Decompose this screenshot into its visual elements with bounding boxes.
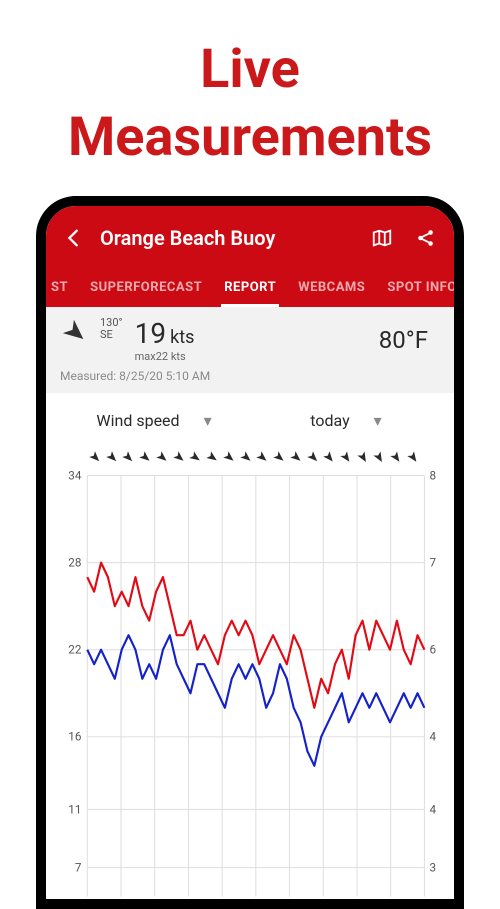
wind-dir-arrow-icon bbox=[155, 450, 169, 464]
svg-text:4: 4 bbox=[430, 802, 437, 816]
wind-direction-arrow-icon bbox=[60, 317, 90, 347]
svg-text:3: 3 bbox=[430, 860, 437, 874]
tab-webcams[interactable]: WEBCAMS bbox=[287, 270, 376, 307]
wind-dir-arrow-icon bbox=[188, 450, 202, 464]
svg-text:6: 6 bbox=[430, 643, 437, 657]
metric-label: Wind speed bbox=[96, 411, 179, 430]
temperature: 80°F bbox=[379, 326, 428, 354]
range-selector[interactable]: today ▾ bbox=[250, 403, 442, 438]
svg-text:28: 28 bbox=[68, 556, 81, 570]
selector-row: Wind speed ▾ today ▾ bbox=[46, 393, 454, 446]
tab-spot-info[interactable]: SPOT INFO bbox=[376, 270, 454, 307]
back-button[interactable] bbox=[56, 220, 92, 256]
svg-text:16: 16 bbox=[68, 730, 82, 744]
wind-dir-arrow-icon bbox=[322, 450, 336, 464]
wind-dir-arrow-icon bbox=[356, 450, 370, 464]
wind-dir-arrow-icon bbox=[88, 450, 102, 464]
promo-title: Live Measurements bbox=[0, 0, 500, 191]
wind-dir-arrow-icon bbox=[105, 450, 119, 464]
wind-dir-arrow-icon bbox=[172, 450, 186, 464]
svg-text:7: 7 bbox=[75, 860, 82, 874]
wind-dir-arrow-icon bbox=[205, 450, 219, 464]
tab-report[interactable]: REPORT bbox=[213, 270, 287, 307]
wind-dir-arrow-icon bbox=[138, 450, 152, 464]
range-label: today bbox=[310, 411, 349, 430]
wind-dir-arrow-icon bbox=[222, 450, 236, 464]
direction-label: SE bbox=[100, 329, 123, 341]
svg-text:11: 11 bbox=[68, 802, 81, 816]
phone-frame: Orange Beach Buoy STSUPERFORECASTREPORTW… bbox=[36, 196, 464, 909]
wind-dir-arrow-icon bbox=[372, 450, 386, 464]
promo-line1: Live bbox=[200, 38, 300, 101]
tab-st[interactable]: ST bbox=[46, 270, 79, 307]
direction-meta: 130° SE bbox=[100, 317, 123, 341]
wind-dir-arrow-icon bbox=[389, 450, 403, 464]
promo-line2: Measurements bbox=[68, 106, 432, 169]
wind-dir-arrow-icon bbox=[121, 450, 135, 464]
chart: 34 28 22 16 11 7 8 7 6 4 4 3 bbox=[46, 446, 454, 906]
wind-dir-arrow-icon bbox=[239, 450, 253, 464]
chevron-down-icon: ▾ bbox=[374, 411, 382, 430]
page-title: Orange Beach Buoy bbox=[100, 226, 356, 250]
metric-selector[interactable]: Wind speed ▾ bbox=[58, 403, 250, 438]
tabs: STSUPERFORECASTREPORTWEBCAMSSPOT INFO bbox=[46, 270, 454, 307]
wind-max: max22 kts bbox=[135, 350, 195, 363]
wind-dir-arrow-icon bbox=[255, 450, 269, 464]
share-icon[interactable] bbox=[408, 220, 444, 256]
wind-value: 19 bbox=[135, 317, 166, 350]
app-header: Orange Beach Buoy bbox=[46, 206, 454, 270]
wind-dir-arrow-icon bbox=[289, 450, 303, 464]
measured-line: Measured: 8/25/20 5:10 AM bbox=[46, 369, 454, 393]
svg-text:7: 7 bbox=[430, 556, 437, 570]
direction-arrows-row bbox=[60, 446, 440, 466]
wind-unit: kts bbox=[170, 327, 194, 348]
wind-block: 19 kts max22 kts bbox=[135, 317, 195, 363]
wind-chart[interactable]: 34 28 22 16 11 7 8 7 6 4 4 3 bbox=[60, 466, 440, 906]
tab-superforecast[interactable]: SUPERFORECAST bbox=[79, 270, 213, 307]
svg-text:22: 22 bbox=[68, 643, 82, 657]
wind-dir-arrow-icon bbox=[339, 450, 353, 464]
svg-text:4: 4 bbox=[430, 730, 437, 744]
wind-dir-arrow-icon bbox=[272, 450, 286, 464]
map-icon[interactable] bbox=[364, 220, 400, 256]
svg-text:34: 34 bbox=[68, 468, 82, 482]
wind-dir-arrow-icon bbox=[406, 450, 420, 464]
chevron-down-icon: ▾ bbox=[204, 411, 212, 430]
info-bar: 130° SE 19 kts max22 kts 80°F bbox=[46, 307, 454, 369]
svg-text:8: 8 bbox=[430, 468, 437, 482]
wind-dir-arrow-icon bbox=[306, 450, 320, 464]
